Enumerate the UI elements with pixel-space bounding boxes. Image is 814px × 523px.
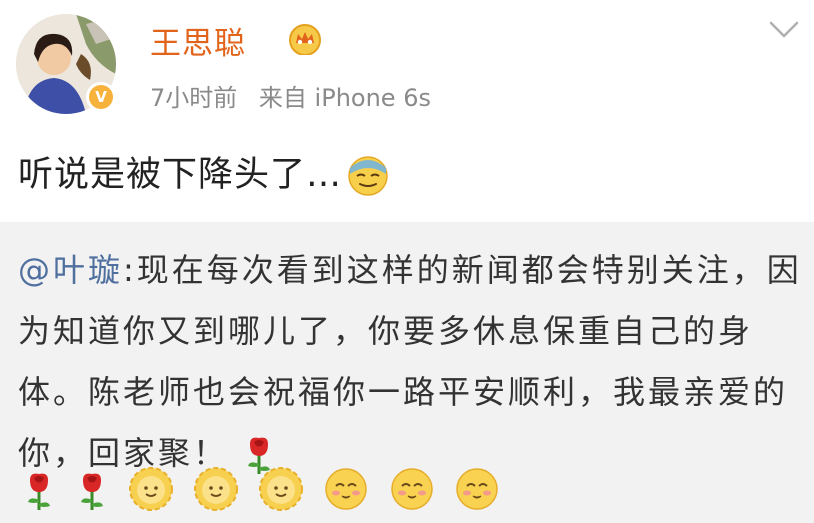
post-time[interactable]: 7小时前	[150, 84, 237, 112]
chevron-down-icon[interactable]	[768, 18, 800, 42]
emoji-row	[22, 466, 514, 516]
retweet-block[interactable]: @叶璇:现在每次看到这样的新闻都会特别关注，因为知道你又到哪儿了，你要多休息保重…	[0, 222, 814, 523]
retweet-text: @叶璇:现在每次看到这样的新闻都会特别关注，因为知道你又到哪儿了，你要多休息保重…	[18, 240, 808, 484]
rose-icon	[22, 470, 56, 512]
mention-link[interactable]: @叶璇	[18, 251, 123, 289]
sweat-smile-emoji-icon	[348, 156, 388, 196]
sun-face-icon	[128, 466, 174, 516]
verified-badge-icon: V	[86, 82, 116, 112]
post-meta: 7小时前 来自 iPhone 6s	[150, 78, 431, 113]
sun-face-icon	[193, 466, 239, 516]
post-text-content: 听说是被下降头了…	[18, 155, 343, 195]
weibo-post: V 王思聪 7小时前 来自 iPhone 6s 听说是被下降头了… @叶璇:现在…	[0, 0, 814, 523]
rose-icon	[75, 470, 109, 512]
post-source[interactable]: 来自 iPhone 6s	[259, 84, 431, 112]
author-name[interactable]: 王思聪	[150, 18, 246, 63]
blush-face-icon	[454, 466, 500, 516]
blush-face-icon	[389, 466, 435, 516]
retweet-text-content: :现在每次看到这样的新闻都会特别关注，因为知道你又到哪儿了，你要多休息保重自己的…	[18, 251, 802, 472]
crown-icon[interactable]	[288, 23, 322, 55]
blush-face-icon	[323, 466, 369, 516]
post-text: 听说是被下降头了…	[18, 146, 390, 198]
sun-face-icon	[258, 466, 304, 516]
